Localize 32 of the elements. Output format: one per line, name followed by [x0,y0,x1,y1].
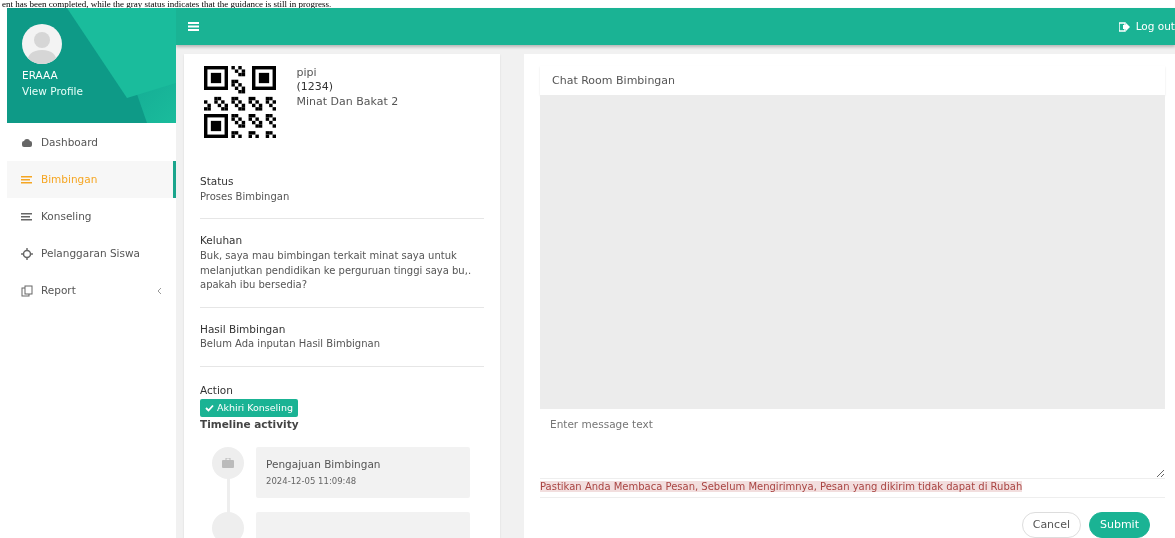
student-id: (1234) [296,80,335,95]
caption-text: ent has been completed, while the gray status indicates that the guidance is still in progress. [1,0,333,8]
user-name: ERAAA [22,68,59,83]
timeline-time: 2024-12-05 11:09:48 [266,475,358,488]
topic-text: Minat Dan Bakat 2 [296,94,399,109]
crosshair-icon [21,247,33,260]
dashboard-icon [21,136,33,149]
menu-icon[interactable] [188,22,199,31]
sidebar-item[interactable]: Report [7,272,176,309]
timeline-entry-title: Pengajuan Bimbingan [266,456,382,472]
sidebar-item[interactable]: Konseling [7,198,176,235]
sidebar-item[interactable]: Pelanggaran Siswa [7,235,176,272]
field-value: Buk, saya mau bimbingan terkait minat saya untuk melanjutkan pendidikan ke perguruan tinggi saya bu,. apakah ibu bersedia? [200,249,473,292]
field-label: Status [200,174,235,189]
list-icon [21,210,33,223]
logout-icon [1118,21,1130,32]
timeline-title: Timeline activity [200,416,300,432]
check-icon [205,404,214,412]
field-label: Action [200,382,234,398]
student-name: pipi [296,66,318,81]
cancel-button[interactable]: Cancel [1021,511,1081,538]
chat-title: Chat Room Bimbingan [540,66,1165,95]
briefcase-icon [222,457,234,468]
field-label: Hasil Bimbingan [200,321,287,337]
list-icon [21,173,33,186]
qr-code [204,66,276,138]
field-label: Keluhan [200,233,244,249]
field-value: Belum Ada inputan Hasil Bimbignan [200,337,381,352]
sidebar-item[interactable]: Dashboard [7,124,176,161]
warning-text: Pastikan Anda Membaca Pesan, Sebelum Mengirimnya, Pesan yang dikirim tidak dapat di Rubah [540,481,1023,492]
copy-icon [21,284,33,297]
field-value: Proses Bimbingan [200,189,291,204]
